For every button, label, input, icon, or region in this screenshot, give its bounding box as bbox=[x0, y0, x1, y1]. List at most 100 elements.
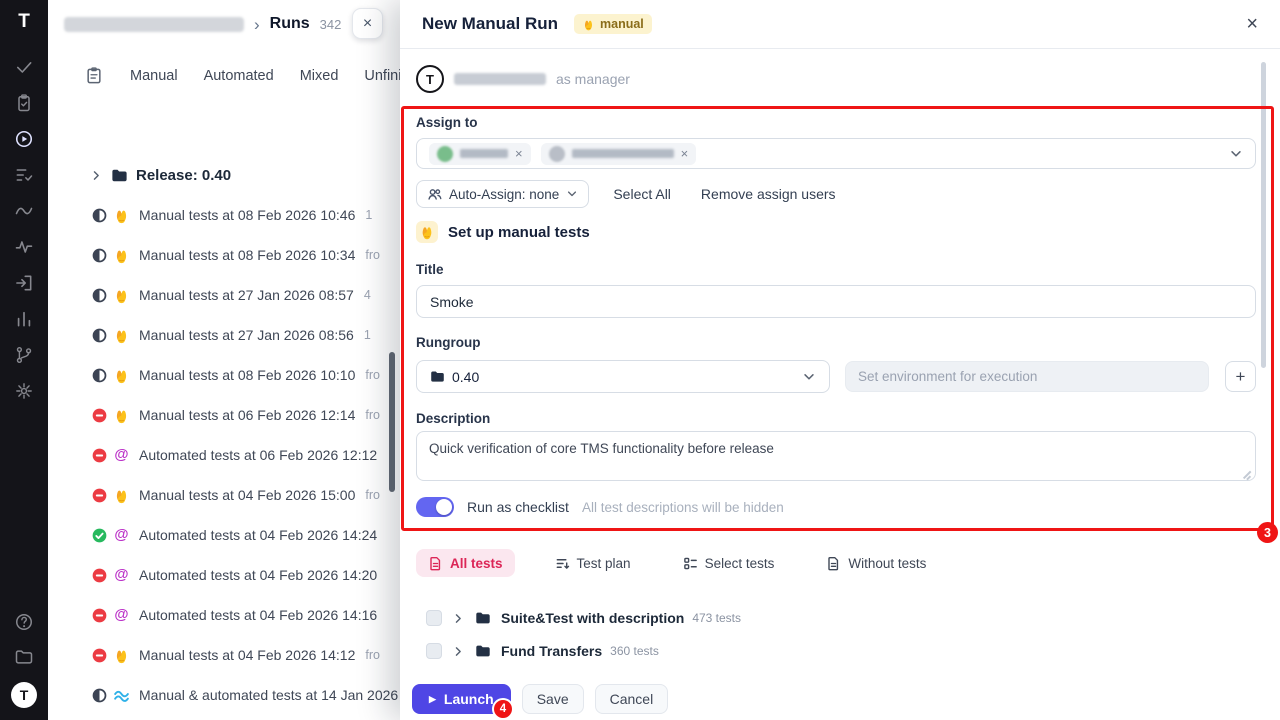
remove-assignee-icon[interactable]: × bbox=[681, 147, 689, 160]
cancel-button[interactable]: Cancel bbox=[595, 684, 669, 714]
rungroup-select[interactable]: 0.40 bbox=[416, 360, 830, 393]
floating-close-button[interactable]: × bbox=[352, 8, 383, 39]
page-scrollbar-thumb[interactable] bbox=[389, 352, 395, 492]
chevron-down-icon bbox=[566, 188, 578, 200]
manager-name-redacted bbox=[454, 73, 546, 85]
test-selection-tabs: All tests Test plan Select tests Without… bbox=[416, 549, 938, 577]
mixed-run-icon bbox=[113, 687, 130, 704]
run-title: Manual tests at 04 Feb 2026 14:12 bbox=[139, 647, 355, 663]
run-title: Manual tests at 06 Feb 2026 12:14 bbox=[139, 407, 355, 423]
save-button[interactable]: Save bbox=[522, 684, 584, 714]
git-branch-icon[interactable] bbox=[14, 345, 34, 365]
manual-run-icon bbox=[113, 287, 130, 304]
run-title: Manual tests at 08 Feb 2026 10:34 bbox=[139, 247, 355, 263]
rungroup-value: 0.40 bbox=[452, 369, 479, 385]
status-failed-icon bbox=[92, 408, 107, 423]
setup-manual-tests-heading: Set up manual tests bbox=[416, 221, 590, 243]
manual-run-icon bbox=[113, 247, 130, 264]
select-all-button[interactable]: Select All bbox=[613, 186, 671, 202]
description-textarea[interactable] bbox=[416, 431, 1256, 481]
assignee-avatar bbox=[549, 146, 565, 162]
status-in-progress-icon bbox=[92, 688, 107, 703]
toggle-knob bbox=[436, 499, 452, 515]
suite-checkbox[interactable] bbox=[426, 643, 442, 659]
manual-type-badge: manual bbox=[574, 14, 652, 34]
assignee-chip[interactable]: × bbox=[429, 143, 531, 165]
status-in-progress-icon bbox=[92, 248, 107, 263]
tab-manual[interactable]: Manual bbox=[130, 68, 178, 84]
launch-button[interactable]: ▶ Launch bbox=[412, 684, 511, 714]
manual-run-icon bbox=[113, 407, 130, 424]
modal-close-button[interactable]: × bbox=[1246, 14, 1258, 34]
status-failed-icon bbox=[92, 448, 107, 463]
add-environment-button[interactable]: + bbox=[1225, 361, 1256, 392]
modal-title: New Manual Run bbox=[422, 14, 558, 34]
app-logo[interactable]: T bbox=[18, 12, 30, 31]
analytics-bars-icon[interactable] bbox=[14, 309, 34, 329]
checklist-toggle[interactable] bbox=[416, 497, 454, 517]
run-meta: fro bbox=[365, 248, 380, 262]
tab-test-plan[interactable]: Test plan bbox=[543, 549, 643, 577]
remove-assignee-icon[interactable]: × bbox=[515, 147, 523, 160]
document-icon bbox=[428, 556, 443, 571]
assignee-name-redacted bbox=[460, 149, 508, 158]
run-meta: 4 bbox=[364, 288, 371, 302]
tab-label: Without tests bbox=[848, 556, 926, 571]
app-sidebar: T T bbox=[0, 0, 48, 720]
title-input[interactable] bbox=[416, 285, 1256, 318]
manager-avatar: T bbox=[416, 65, 444, 93]
suite-checkbox[interactable] bbox=[426, 610, 442, 626]
runs-board-icon[interactable] bbox=[84, 66, 104, 86]
chevron-right-icon[interactable] bbox=[452, 645, 465, 658]
run-title: Automated tests at 04 Feb 2026 14:20 bbox=[139, 567, 377, 583]
runs-play-icon[interactable] bbox=[14, 129, 34, 149]
modal-header: New Manual Run manual × bbox=[400, 0, 1280, 49]
run-title: Manual & automated tests at 14 Jan 2026 bbox=[139, 687, 398, 703]
clipboard-check-icon[interactable] bbox=[14, 93, 34, 113]
help-circle-icon[interactable] bbox=[14, 612, 34, 632]
manager-suffix: as manager bbox=[556, 71, 630, 87]
tab-all-tests[interactable]: All tests bbox=[416, 549, 515, 577]
suite-name[interactable]: Fund Transfers bbox=[501, 643, 602, 659]
tab-select-tests[interactable]: Select tests bbox=[671, 549, 787, 577]
auto-assign-dropdown[interactable]: Auto-Assign: none bbox=[416, 180, 589, 208]
remove-assign-users-button[interactable]: Remove assign users bbox=[701, 186, 836, 202]
status-failed-icon bbox=[92, 608, 107, 623]
document-icon bbox=[826, 556, 841, 571]
folder-icon bbox=[111, 167, 128, 184]
import-door-icon[interactable] bbox=[14, 273, 34, 293]
projects-folder-icon[interactable] bbox=[14, 647, 34, 667]
project-name-redacted[interactable] bbox=[64, 17, 244, 32]
tab-without-tests[interactable]: Without tests bbox=[814, 549, 938, 577]
suite-tree-row[interactable]: Fund Transfers 360 tests bbox=[426, 638, 659, 664]
activity-pulse-icon[interactable] bbox=[14, 237, 34, 257]
chevron-right-icon[interactable] bbox=[452, 612, 465, 625]
assignee-chip[interactable]: × bbox=[541, 143, 697, 165]
wave-trend-icon[interactable] bbox=[14, 201, 34, 221]
tab-label: Test plan bbox=[577, 556, 631, 571]
test-plans-icon[interactable] bbox=[14, 165, 34, 185]
manual-run-icon bbox=[113, 487, 130, 504]
tab-automated[interactable]: Automated bbox=[204, 68, 274, 84]
tasks-check-icon[interactable] bbox=[14, 57, 34, 77]
suite-name[interactable]: Suite&Test with description bbox=[501, 610, 684, 626]
tab-mixed[interactable]: Mixed bbox=[300, 68, 339, 84]
status-in-progress-icon bbox=[92, 288, 107, 303]
release-folder-row[interactable]: Release: 0.40 bbox=[90, 163, 231, 187]
chevron-right-icon[interactable] bbox=[90, 169, 103, 182]
manual-run-icon bbox=[113, 207, 130, 224]
checklist-toggle-label: Run as checklist bbox=[467, 499, 569, 515]
manual-run-icon bbox=[113, 327, 130, 344]
automated-run-icon: @ bbox=[113, 567, 130, 584]
gear-icon[interactable] bbox=[14, 381, 34, 401]
assignee-multiselect[interactable]: × × bbox=[416, 138, 1256, 169]
folder-label[interactable]: Release: 0.40 bbox=[136, 167, 231, 184]
chevron-down-icon[interactable] bbox=[1229, 147, 1243, 161]
user-avatar[interactable]: T bbox=[11, 682, 37, 708]
modal-scrollbar-thumb[interactable] bbox=[1261, 62, 1266, 368]
breadcrumb-section[interactable]: Runs bbox=[270, 15, 310, 33]
checklist-toggle-hint: All test descriptions will be hidden bbox=[582, 500, 784, 515]
folder-icon bbox=[475, 643, 491, 659]
suite-tree-row[interactable]: Suite&Test with description 473 tests bbox=[426, 605, 741, 631]
environment-input[interactable] bbox=[845, 361, 1209, 392]
